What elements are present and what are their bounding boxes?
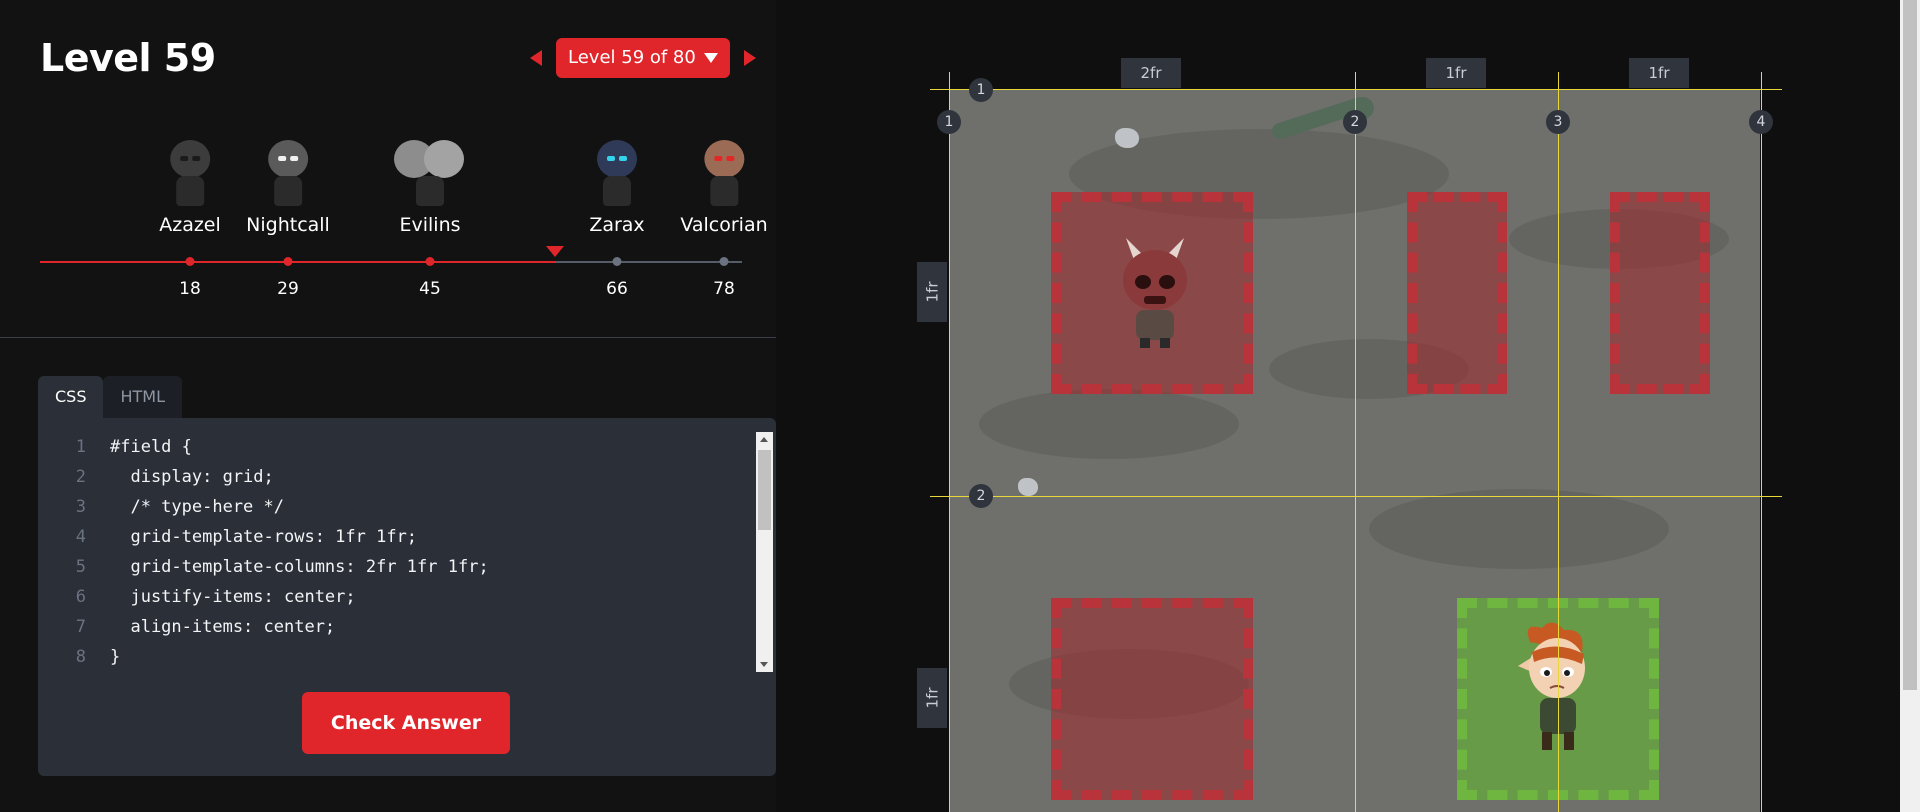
column-size-label: 1fr [1629,58,1689,88]
enemy-zone [1407,192,1507,394]
row-size-label: 1fr [917,668,947,728]
boss-azazel[interactable]: Azazel [159,138,221,236]
timeline-completed [40,261,556,263]
line-number: 4 [75,527,86,547]
enemy-zone [1051,598,1253,800]
divider [0,337,776,338]
boss-level-number: 78 [713,279,735,299]
code-text: justify-items: center; [110,587,356,607]
level-panel: Level 59 Level 59 of 80 Azazel Nightcall [0,0,776,812]
code-line: 7 align-items: center; [38,612,756,642]
code-line: 6 justify-items: center; [38,582,756,612]
line-number: 8 [75,647,86,667]
scroll-down-icon[interactable] [760,662,768,667]
demon-boss-icon [1112,236,1198,354]
code-text: align-items: center; [110,617,336,637]
column-line-4 [1761,72,1762,812]
current-level-marker-icon [546,246,564,257]
elf-hero-icon [1512,622,1598,758]
code-line: 3 /* type-here */ [38,492,756,522]
row-line-1 [930,89,1782,90]
column-line-number: 4 [1749,110,1773,134]
boss-level-number: 66 [606,279,628,299]
timeline-remaining [556,261,742,263]
column-line-1 [949,72,950,812]
column-size-label: 2fr [1121,58,1181,88]
column-line-3 [1558,72,1559,812]
code-text: grid-template-columns: 2fr 1fr 1fr; [110,557,489,577]
rock-icon [1115,128,1139,148]
code-line: 4 grid-template-rows: 1fr 1fr; [38,522,756,552]
column-size-label: 1fr [1426,58,1486,88]
row-line-number: 2 [969,484,993,508]
column-line-2 [1355,72,1356,812]
timeline-dot [425,257,435,266]
code-line: 2 display: grid; [38,462,756,492]
code-line: 5 grid-template-columns: 2fr 1fr 1fr; [38,552,756,582]
boss-nightcall[interactable]: Nightcall [246,138,330,236]
code-area[interactable]: 1 #field { 2 display: grid; 3 /* type-her… [38,432,756,672]
boss-avatar-icon [162,138,218,208]
row-size-label: 1fr [917,262,947,322]
rock-icon [1018,478,1038,496]
level-navigation: Level 59 of 80 [530,38,756,78]
boss-avatar-icon [589,138,645,208]
line-number: 3 [75,497,86,517]
line-number: 1 [75,437,86,457]
check-answer-button[interactable]: Check Answer [302,692,510,754]
scrollbar-thumb[interactable] [758,450,771,530]
timeline-dot [612,257,622,266]
code-text: grid-template-rows: 1fr 1fr; [110,527,418,547]
code-line: 8} [38,642,756,672]
page-scrollbar-thumb[interactable] [1903,0,1917,690]
tab-css[interactable]: CSS [38,376,104,418]
line-number: 7 [75,617,86,637]
enemy-zone [1610,192,1710,394]
caret-down-icon [703,53,718,63]
boss-name: Azazel [159,214,221,236]
line-number: 6 [75,587,86,607]
code-text: display: grid; [110,467,274,487]
timeline-dot [283,257,293,266]
progress-timeline [40,261,742,263]
previous-level-arrow-icon[interactable] [530,50,542,66]
next-level-arrow-icon[interactable] [743,50,756,66]
boss-zarax[interactable]: Zarax [589,138,645,236]
column-line-number: 3 [1546,110,1570,134]
row-line-number: 1 [969,78,993,102]
timeline-dot [719,257,729,266]
row-line-2 [930,496,1782,497]
editor-scrollbar[interactable] [756,432,773,672]
boss-level-number: 18 [179,279,201,299]
boss-valcorian[interactable]: Valcorian [680,138,768,236]
scroll-up-icon[interactable] [760,437,768,442]
boss-name: Nightcall [246,214,330,236]
level-selector-label: Level 59 of 80 [568,47,696,68]
code-text: #field { [110,437,192,457]
page-scrollbar[interactable] [1900,0,1920,812]
line-number: 2 [75,467,86,487]
boss-avatar-icon [260,138,316,208]
boss-name: Valcorian [680,214,768,236]
column-line-number: 1 [937,110,961,134]
boss-avatar-icon [390,138,470,208]
code-text: } [110,647,121,667]
level-title: Level 59 [40,36,216,80]
tab-html[interactable]: HTML [103,376,183,418]
column-line-number: 2 [1343,110,1367,134]
timeline-dot [185,257,195,266]
boss-name: Zarax [589,214,645,236]
boss-avatar-icon [696,138,752,208]
boss-level-number: 45 [419,279,441,299]
code-text[interactable]: /* type-here */ [110,492,284,522]
editor-tabs: CSS HTML [38,376,183,418]
level-selector[interactable]: Level 59 of 80 [556,38,730,78]
boss-level-number: 29 [277,279,299,299]
code-line: 1 #field { [38,432,756,462]
boss-evilins[interactable]: Evilins [390,138,470,236]
boss-name: Evilins [399,214,461,236]
line-number: 5 [75,557,86,577]
